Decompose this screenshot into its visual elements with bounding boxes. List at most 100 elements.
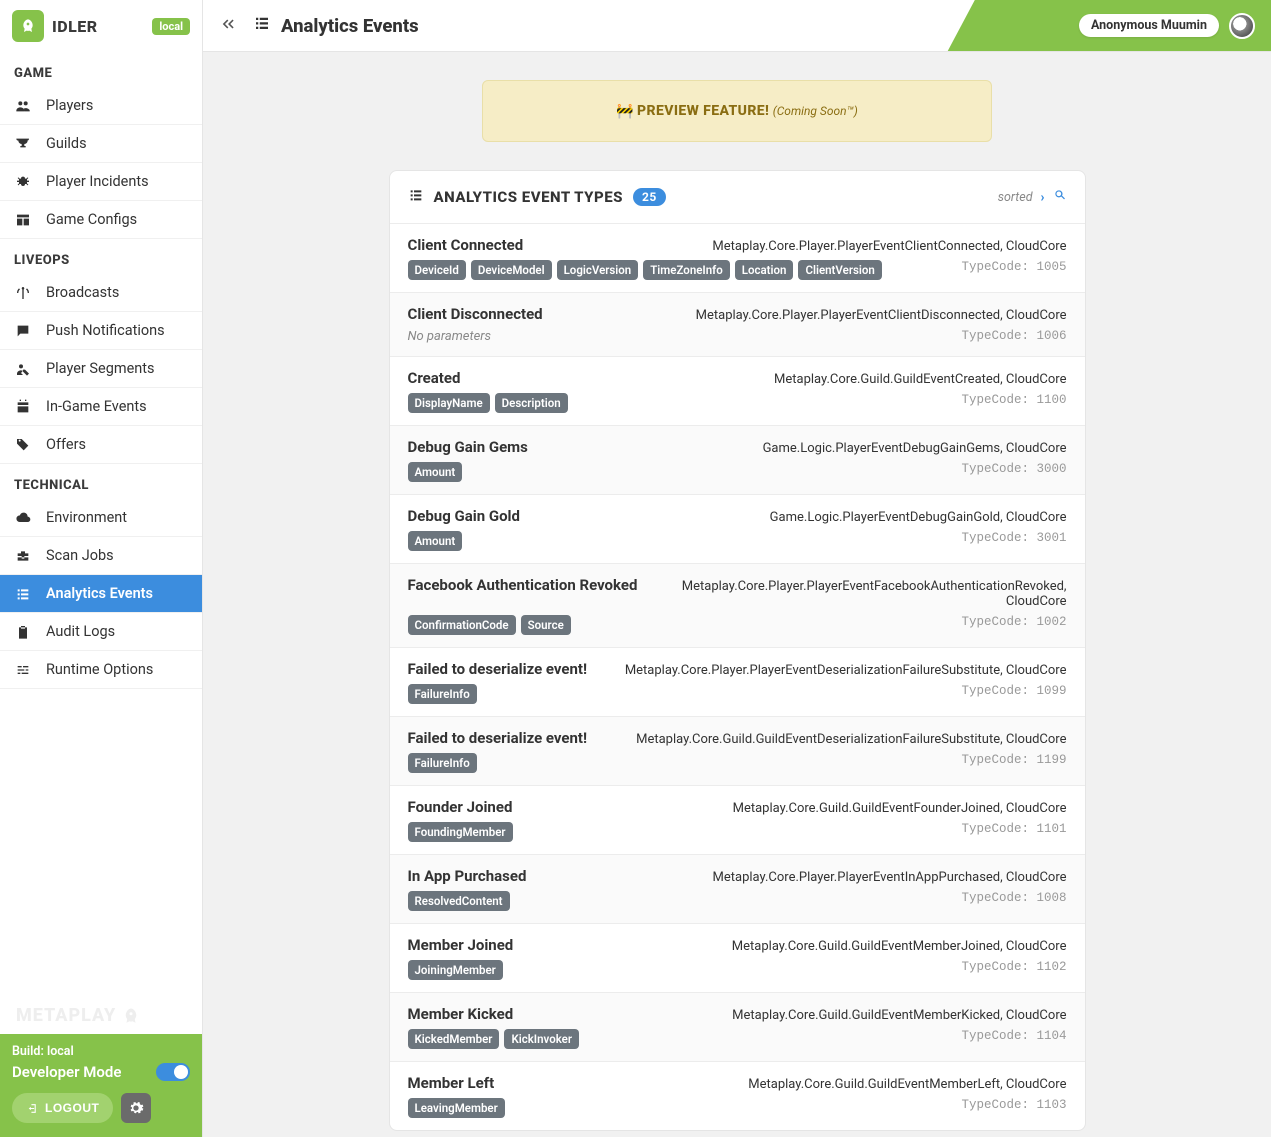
sidebar-item-game-configs[interactable]: Game Configs xyxy=(0,201,202,239)
count-badge: 25 xyxy=(633,188,666,206)
sidebar-item-player-segments[interactable]: Player Segments xyxy=(0,350,202,388)
sidebar-item-label: Player Incidents xyxy=(46,173,149,190)
event-params: KickedMemberKickInvoker xyxy=(408,1029,579,1049)
preview-subtitle: (Coming Soon™) xyxy=(773,104,858,118)
event-params: Amount xyxy=(408,531,463,551)
event-name: Failed to deserialize event! xyxy=(408,660,588,678)
sidebar-item-audit-logs[interactable]: Audit Logs xyxy=(0,613,202,651)
trophy-icon xyxy=(14,136,32,152)
preview-title: PREVIEW FEATURE! xyxy=(637,103,769,119)
event-params: DisplayNameDescription xyxy=(408,393,568,413)
sidebar-item-player-incidents[interactable]: Player Incidents xyxy=(0,163,202,201)
param-badge: FoundingMember xyxy=(408,822,513,842)
card-header: ANALYTICS EVENT TYPES 25 sorted › xyxy=(390,171,1085,223)
event-typecode: TypeCode: 1104 xyxy=(961,1029,1066,1043)
event-class: Metaplay.Core.Guild.GuildEventMemberLeft… xyxy=(748,1077,1066,1092)
sidebar-section-title: TECHNICAL xyxy=(0,464,202,499)
topbar: Analytics Events Anonymous Muumin xyxy=(203,0,1271,52)
event-row[interactable]: Created Metaplay.Core.Guild.GuildEventCr… xyxy=(390,356,1085,425)
event-row[interactable]: Member Left Metaplay.Core.Guild.GuildEve… xyxy=(390,1061,1085,1130)
event-name: Facebook Authentication Revoked xyxy=(408,576,638,594)
event-row[interactable]: Debug Gain Gold Game.Logic.PlayerEventDe… xyxy=(390,494,1085,563)
sidebar-item-label: Player Segments xyxy=(46,360,155,377)
event-name: Debug Gain Gold xyxy=(408,507,520,525)
event-row[interactable]: Failed to deserialize event! Metaplay.Co… xyxy=(390,647,1085,716)
sidebar-item-guilds[interactable]: Guilds xyxy=(0,125,202,163)
search-button[interactable] xyxy=(1053,188,1067,206)
event-typecode: TypeCode: 1099 xyxy=(961,684,1066,698)
sidebar-item-scan-jobs[interactable]: Scan Jobs xyxy=(0,537,202,575)
sidebar-item-in-game-events[interactable]: In-Game Events xyxy=(0,388,202,426)
param-badge: DeviceId xyxy=(408,260,466,280)
param-badge: Amount xyxy=(408,462,463,482)
param-badge: LeavingMember xyxy=(408,1098,505,1118)
event-row[interactable]: Debug Gain Gems Game.Logic.PlayerEventDe… xyxy=(390,425,1085,494)
param-badge: Location xyxy=(735,260,794,280)
event-rows: Client Connected Metaplay.Core.Player.Pl… xyxy=(390,223,1085,1130)
table-icon xyxy=(14,212,32,228)
barrier-icon: 🚧 xyxy=(616,103,633,119)
event-params: ResolvedContent xyxy=(408,891,510,911)
sidebar-item-players[interactable]: Players xyxy=(0,87,202,125)
event-class: Metaplay.Core.Player.PlayerEventFacebook… xyxy=(649,579,1066,609)
sidebar-item-label: Offers xyxy=(46,436,86,453)
event-row[interactable]: Failed to deserialize event! Metaplay.Co… xyxy=(390,716,1085,785)
event-name: Created xyxy=(408,369,461,387)
event-typecode: TypeCode: 1102 xyxy=(961,960,1066,974)
antenna-icon xyxy=(14,285,32,301)
content: 🚧 PREVIEW FEATURE! (Coming Soon™) ANALYT… xyxy=(203,52,1271,1137)
event-typecode: TypeCode: 1006 xyxy=(961,329,1066,343)
event-row[interactable]: Client Disconnected Metaplay.Core.Player… xyxy=(390,292,1085,356)
event-row[interactable]: Facebook Authentication Revoked Metaplay… xyxy=(390,563,1085,647)
event-class: Metaplay.Core.Guild.GuildEventMemberJoin… xyxy=(732,939,1067,954)
param-badge: ClientVersion xyxy=(798,260,881,280)
sidebar-item-offers[interactable]: Offers xyxy=(0,426,202,464)
tags-icon xyxy=(14,437,32,453)
event-row[interactable]: Client Connected Metaplay.Core.Player.Pl… xyxy=(390,223,1085,292)
page-title: Analytics Events xyxy=(253,14,419,37)
param-badge: Description xyxy=(495,393,568,413)
avatar[interactable] xyxy=(1229,13,1255,39)
sidebar-footer: Build: local Developer Mode LOGOUT xyxy=(0,1034,202,1137)
sidebar-item-broadcasts[interactable]: Broadcasts xyxy=(0,274,202,312)
event-typecode: TypeCode: 3000 xyxy=(961,462,1066,476)
event-class: Metaplay.Core.Guild.GuildEventMemberKick… xyxy=(732,1008,1066,1023)
sidebar-item-analytics-events[interactable]: Analytics Events xyxy=(0,575,202,613)
param-badge: ResolvedContent xyxy=(408,891,510,911)
sidebar-nav: GAMEPlayersGuildsPlayer IncidentsGame Co… xyxy=(0,52,202,689)
event-name: Debug Gain Gems xyxy=(408,438,528,456)
chevron-right-icon[interactable]: › xyxy=(1041,190,1045,205)
param-badge: FailureInfo xyxy=(408,684,477,704)
event-row[interactable]: Member Joined Metaplay.Core.Guild.GuildE… xyxy=(390,923,1085,992)
sidebar-item-label: Environment xyxy=(46,509,127,526)
event-row[interactable]: Founder Joined Metaplay.Core.Guild.Guild… xyxy=(390,785,1085,854)
event-params: LeavingMember xyxy=(408,1098,505,1118)
event-row[interactable]: Member Kicked Metaplay.Core.Guild.GuildE… xyxy=(390,992,1085,1061)
env-badge: local xyxy=(152,18,190,35)
sidebar-item-push-notifications[interactable]: Push Notifications xyxy=(0,312,202,350)
param-badge: DeviceModel xyxy=(471,260,552,280)
logout-button[interactable]: LOGOUT xyxy=(12,1093,113,1123)
developer-mode-label: Developer Mode xyxy=(12,1063,121,1081)
current-user[interactable]: Anonymous Muumin xyxy=(1079,14,1219,37)
users-icon xyxy=(14,98,32,114)
param-badge: TimeZoneInfo xyxy=(643,260,730,280)
sidebar-item-runtime-options[interactable]: Runtime Options xyxy=(0,651,202,689)
card-title: ANALYTICS EVENT TYPES xyxy=(434,188,623,206)
list-icon xyxy=(408,187,424,207)
event-row[interactable]: In App Purchased Metaplay.Core.Player.Pl… xyxy=(390,854,1085,923)
collapse-sidebar-button[interactable] xyxy=(219,15,237,37)
settings-button[interactable] xyxy=(121,1093,151,1123)
event-class: Metaplay.Core.Guild.GuildEventDeserializ… xyxy=(636,732,1066,747)
param-badge: FailureInfo xyxy=(408,753,477,773)
event-class: Metaplay.Core.Guild.GuildEventFounderJoi… xyxy=(733,801,1067,816)
event-class: Game.Logic.PlayerEventDebugGainGold, Clo… xyxy=(770,510,1067,525)
event-name: Member Joined xyxy=(408,936,514,954)
sidebar-item-label: Push Notifications xyxy=(46,322,165,339)
sort-label: sorted xyxy=(998,190,1033,205)
sidebar-item-environment[interactable]: Environment xyxy=(0,499,202,537)
sidebar-header: IDLER local xyxy=(0,0,202,52)
bug-icon xyxy=(14,174,32,190)
developer-mode-toggle[interactable] xyxy=(156,1063,190,1081)
event-params: DeviceIdDeviceModelLogicVersionTimeZoneI… xyxy=(408,260,882,280)
